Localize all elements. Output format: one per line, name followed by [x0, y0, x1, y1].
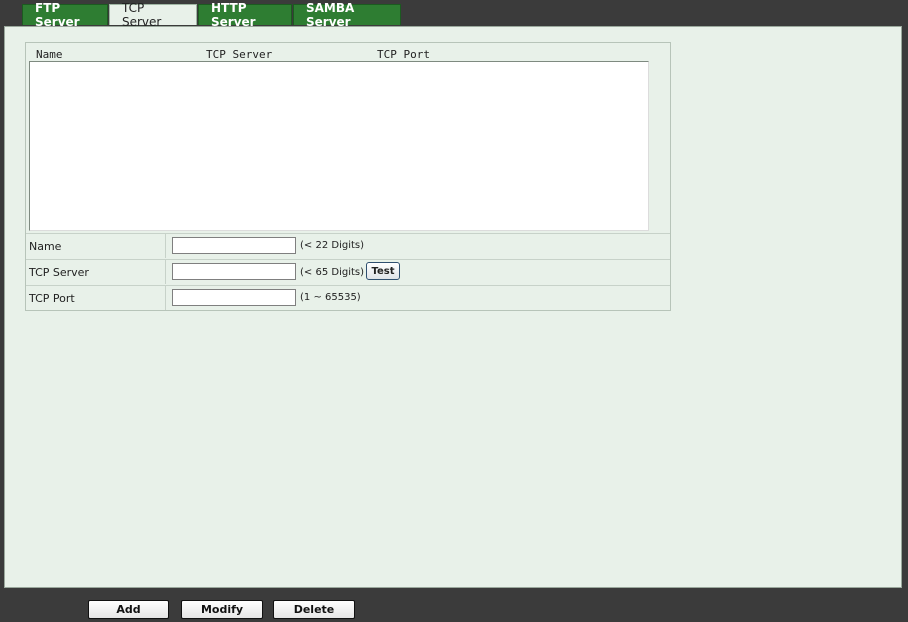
- tcp-server-row: TCP Server (< 65 Digits) Test: [26, 259, 670, 285]
- name-input[interactable]: [172, 237, 296, 254]
- tab-tcp-server[interactable]: TCP Server: [109, 1, 197, 29]
- tab-ftp-server[interactable]: FTP Server: [22, 1, 108, 29]
- tab-samba-server[interactable]: SAMBA Server: [293, 1, 401, 29]
- list-header: Name TCP Server TCP Port: [26, 44, 670, 62]
- column-header-tcp-port: TCP Port: [377, 48, 430, 61]
- tcp-port-input[interactable]: [172, 289, 296, 306]
- tcp-server-box: Name TCP Server TCP Port Name (< 22 Digi…: [25, 42, 671, 311]
- tcp-port-label: TCP Port: [26, 286, 166, 310]
- column-header-name: Name: [36, 48, 63, 61]
- tcp-port-hint: (1 ~ 65535): [300, 292, 361, 303]
- column-header-tcp-server: TCP Server: [206, 48, 273, 61]
- tcp-port-row: TCP Port (1 ~ 65535): [26, 285, 670, 311]
- name-row: Name (< 22 Digits): [26, 233, 670, 259]
- tab-http-server[interactable]: HTTP Server: [198, 1, 292, 29]
- tcp-server-label: TCP Server: [26, 260, 166, 284]
- name-hint: (< 22 Digits): [300, 240, 364, 251]
- server-list[interactable]: [29, 61, 649, 231]
- name-label: Name: [26, 234, 166, 258]
- modify-button[interactable]: Modify: [181, 600, 263, 619]
- content-panel: Name TCP Server TCP Port Name (< 22 Digi…: [4, 26, 902, 588]
- tcp-server-input[interactable]: [172, 263, 296, 280]
- delete-button[interactable]: Delete: [273, 600, 355, 619]
- tcp-server-hint: (< 65 Digits): [300, 267, 364, 278]
- add-button[interactable]: Add: [88, 600, 169, 619]
- test-button[interactable]: Test: [366, 262, 400, 280]
- tab-bar: FTP Server TCP Server HTTP Server SAMBA …: [22, 1, 402, 29]
